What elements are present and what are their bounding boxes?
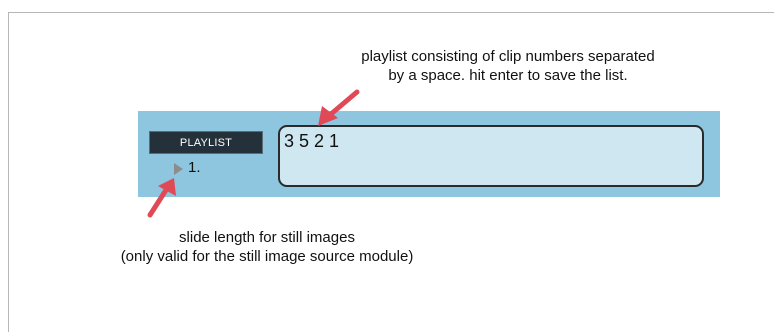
playlist-annotation-line1: playlist consisting of clip numbers sepa… — [361, 48, 655, 65]
playlist-annotation: playlist consisting of clip numbers sepa… — [282, 47, 734, 85]
slide-length-arrow-icon[interactable] — [174, 163, 183, 175]
slide-length-annotation: slide length for still images (only vali… — [40, 228, 494, 266]
slide-length-annotation-line2: (only valid for the still image source m… — [120, 248, 414, 265]
slide-length-annotation-line1: slide length for still images — [179, 229, 355, 246]
playlist-button[interactable]: PLAYLIST — [149, 131, 263, 154]
slide-length-number[interactable]: 1. — [188, 159, 201, 176]
playlist-annotation-line2: by a space. hit enter to save the list. — [388, 67, 628, 84]
playlist-panel: PLAYLIST 1. 3 5 2 1 — [138, 111, 720, 197]
playlist-input[interactable]: 3 5 2 1 — [278, 125, 704, 187]
